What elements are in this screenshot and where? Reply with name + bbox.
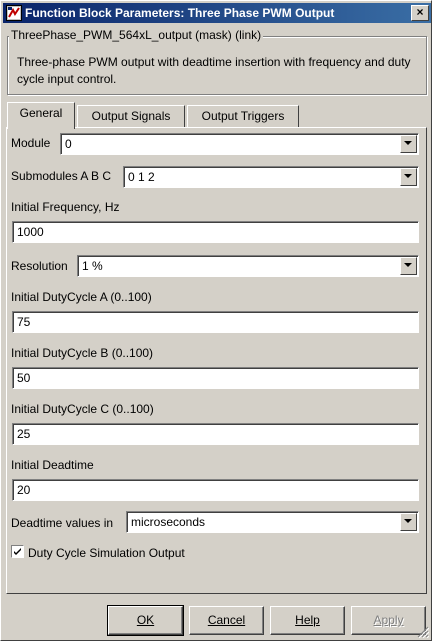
- mask-description: Three-phase PWM output with deadtime ins…: [17, 55, 411, 86]
- module-dropdown-button[interactable]: [400, 135, 417, 153]
- tab-label: Output Signals: [91, 109, 171, 123]
- deadtime-field[interactable]: 20: [12, 479, 419, 501]
- help-button[interactable]: Help: [270, 606, 345, 635]
- checkmark-icon: [14, 548, 21, 555]
- submodules-label: Submodules A B C: [11, 169, 112, 183]
- ok-button[interactable]: OK: [107, 605, 184, 636]
- cancel-button-label: Cancel: [207, 613, 246, 627]
- initial-frequency-value: 1000: [17, 225, 44, 239]
- duty-cycle-c-field[interactable]: 25: [12, 423, 419, 445]
- duty-cycle-c-label: Initial DutyCycle C (0..100): [11, 402, 154, 416]
- deadtime-value: 20: [17, 483, 31, 497]
- initial-frequency-field[interactable]: 1000: [12, 221, 419, 243]
- duty-cycle-b-field[interactable]: 50: [12, 367, 419, 389]
- resolution-value: 1 %: [82, 259, 103, 273]
- module-label: Module: [11, 136, 51, 150]
- resize-grip-icon[interactable]: [417, 626, 429, 638]
- tab-general[interactable]: General: [7, 102, 75, 129]
- initial-frequency-label: Initial Frequency, Hz: [11, 200, 120, 214]
- block-parameters-icon: [6, 5, 22, 21]
- duty-cycle-a-value: 75: [17, 315, 31, 329]
- close-button[interactable]: ×: [411, 5, 429, 21]
- duty-cycle-c-value: 25: [17, 427, 31, 441]
- tab-label: General: [19, 106, 63, 120]
- chevron-down-icon: [404, 263, 412, 267]
- submodules-value: 0 1 2: [128, 170, 155, 184]
- deadtime-units-dropdown-button[interactable]: [400, 513, 417, 531]
- ok-button-label: OK: [136, 613, 155, 627]
- resolution-select[interactable]: 1 %: [77, 255, 419, 277]
- deadtime-label: Initial Deadtime: [11, 458, 94, 472]
- dialog-window: Function Block Parameters: Three Phase P…: [0, 0, 432, 641]
- mask-legend: ThreePhase_PWM_564xL_output (mask) (link…: [9, 28, 264, 42]
- duty-cycle-b-value: 50: [17, 371, 31, 385]
- duty-cycle-a-label: Initial DutyCycle A (0..100): [11, 290, 152, 304]
- resolution-label: Resolution: [11, 259, 68, 273]
- tab-label: Output Triggers: [201, 109, 285, 123]
- help-button-label: Help: [295, 613, 320, 627]
- tab-output-signals[interactable]: Output Signals: [77, 105, 185, 128]
- module-select[interactable]: 0: [60, 133, 419, 155]
- submodules-select[interactable]: 0 1 2: [123, 166, 419, 188]
- chevron-down-icon: [404, 141, 412, 145]
- apply-button-label: Apply: [373, 613, 404, 627]
- deadtime-units-value: microseconds: [131, 515, 206, 529]
- chevron-down-icon: [404, 174, 412, 178]
- submodules-dropdown-button[interactable]: [400, 168, 417, 186]
- deadtime-units-label: Deadtime values in: [11, 516, 114, 530]
- apply-button: Apply: [351, 606, 426, 635]
- title-bar[interactable]: Function Block Parameters: Three Phase P…: [3, 3, 431, 23]
- close-icon: ×: [416, 5, 424, 19]
- duty-cycle-a-field[interactable]: 75: [12, 311, 419, 333]
- duty-cycle-sim-output-label: Duty Cycle Simulation Output: [28, 546, 185, 560]
- tab-output-triggers[interactable]: Output Triggers: [187, 105, 299, 128]
- window-title: Function Block Parameters: Three Phase P…: [25, 6, 335, 20]
- duty-cycle-sim-output-checkbox[interactable]: [11, 545, 24, 558]
- module-value: 0: [65, 137, 72, 151]
- cancel-button[interactable]: Cancel: [189, 606, 264, 635]
- deadtime-units-select[interactable]: microseconds: [126, 511, 419, 533]
- duty-cycle-b-label: Initial DutyCycle B (0..100): [11, 346, 154, 360]
- resolution-dropdown-button[interactable]: [400, 257, 417, 275]
- chevron-down-icon: [404, 519, 412, 523]
